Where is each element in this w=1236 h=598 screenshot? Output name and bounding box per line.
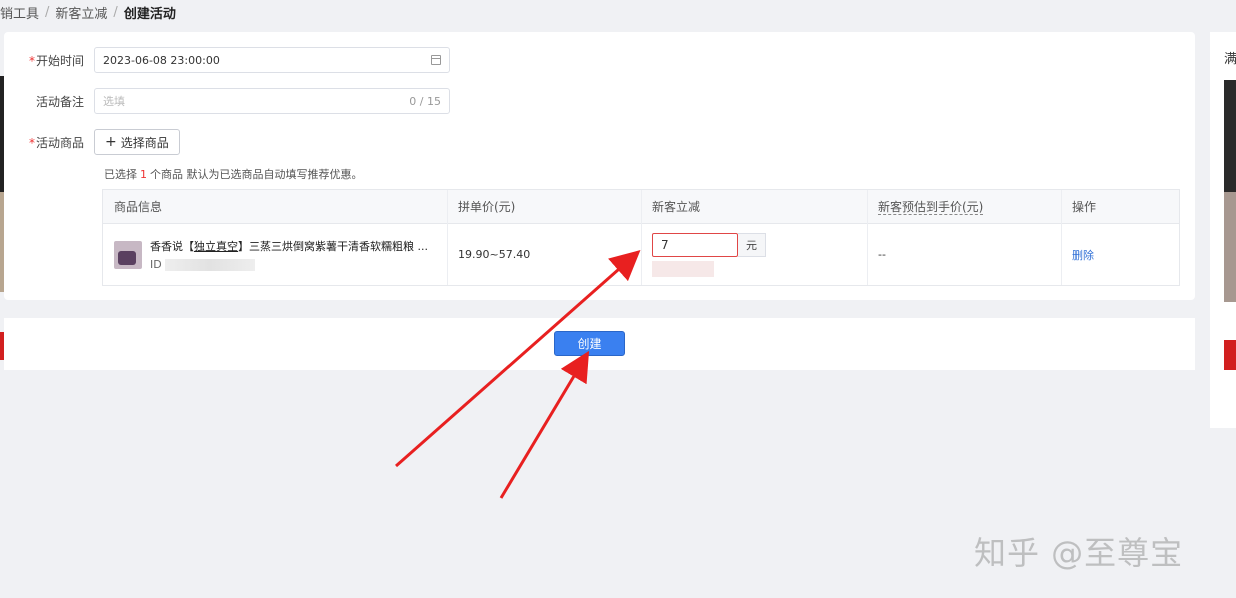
- right-panel-image: [1224, 80, 1236, 192]
- col-header-discount: 新客立减: [652, 200, 701, 214]
- start-time-input[interactable]: 2023-06-08 23:00:00: [94, 47, 450, 73]
- right-panel-edge: 满: [1210, 32, 1236, 428]
- breadcrumb-item-tools[interactable]: 销工具: [0, 3, 39, 22]
- discount-cell: 7 元: [641, 224, 867, 285]
- product-id: ID: [150, 258, 428, 271]
- right-panel-banner: [1224, 340, 1236, 370]
- remark-input[interactable]: 选填 0 / 15: [94, 88, 450, 114]
- select-goods-label: 选择商品: [120, 135, 169, 150]
- footer-bar: 创建: [4, 318, 1195, 370]
- breadcrumb-separator: /: [113, 4, 118, 20]
- estimated-price: --: [878, 248, 886, 261]
- discount-field: 7 元: [652, 232, 766, 257]
- breadcrumb-item-new-customer[interactable]: 新客立减: [55, 3, 107, 22]
- form-card: *开始时间 2023-06-08 23:00:00 活动备注 选填 0 / 15…: [4, 32, 1195, 300]
- table-row-product: 香香说【独立真空】三蒸三烘倒窝紫薯干清香软糯粗粮 ... ID: [103, 224, 447, 285]
- product-price: 19.90~57.40: [458, 248, 531, 261]
- col-header-price: 拼单价(元): [458, 200, 516, 214]
- product-title[interactable]: 香香说【独立真空】三蒸三烘倒窝紫薯干清香软糯粗粮 ...: [150, 238, 428, 254]
- delete-cell: 删除: [1061, 224, 1179, 285]
- redacted-id: [164, 258, 255, 271]
- create-button[interactable]: 创建: [554, 331, 625, 356]
- remark-placeholder: 选填: [103, 95, 125, 108]
- discount-unit: 元: [738, 232, 766, 257]
- goods-label: *活动商品: [28, 135, 84, 150]
- required-mark: *: [28, 135, 35, 150]
- calendar-icon[interactable]: [431, 55, 441, 65]
- plus-icon: +: [105, 134, 117, 150]
- breadcrumb: 销工具 / 新客立减 / 创建活动: [0, 3, 176, 22]
- goods-table: 商品信息 拼单价(元) 新客立减 新客预估到手价(元) 操作 香香说【独立真空】…: [102, 189, 1180, 286]
- col-header-estimated: 新客预估到手价(元): [878, 200, 984, 215]
- goods-row: *活动商品 + 选择商品: [4, 129, 180, 155]
- start-time-value: 2023-06-08 23:00:00: [103, 53, 220, 67]
- breadcrumb-item-current: 创建活动: [123, 6, 176, 22]
- breadcrumb-separator: /: [45, 4, 50, 20]
- arrow-to-create-icon: [499, 350, 590, 499]
- selection-hint: 已选择 1 个商品 默认为已选商品自动填写推荐优惠。: [104, 168, 363, 181]
- col-header-product: 商品信息: [114, 200, 163, 214]
- product-thumbnail[interactable]: [114, 240, 142, 269]
- right-panel-image: [1224, 192, 1236, 302]
- redacted-error-text: [652, 260, 714, 277]
- remark-row: 活动备注 选填 0 / 15: [4, 88, 450, 114]
- delete-link[interactable]: 删除: [1072, 247, 1094, 263]
- remark-label: 活动备注: [35, 94, 84, 109]
- remark-counter: 0 / 15: [409, 94, 441, 108]
- selected-count: 1: [140, 168, 147, 181]
- col-header-action: 操作: [1072, 200, 1097, 214]
- select-goods-button[interactable]: + 选择商品: [94, 129, 180, 155]
- watermark: 知乎 @至尊宝: [974, 534, 1184, 572]
- start-time-label: *开始时间: [28, 53, 84, 68]
- start-time-row: *开始时间 2023-06-08 23:00:00: [4, 47, 450, 73]
- discount-input[interactable]: 7: [652, 232, 738, 257]
- right-panel-title: 满: [1224, 52, 1236, 67]
- required-mark: *: [28, 53, 35, 68]
